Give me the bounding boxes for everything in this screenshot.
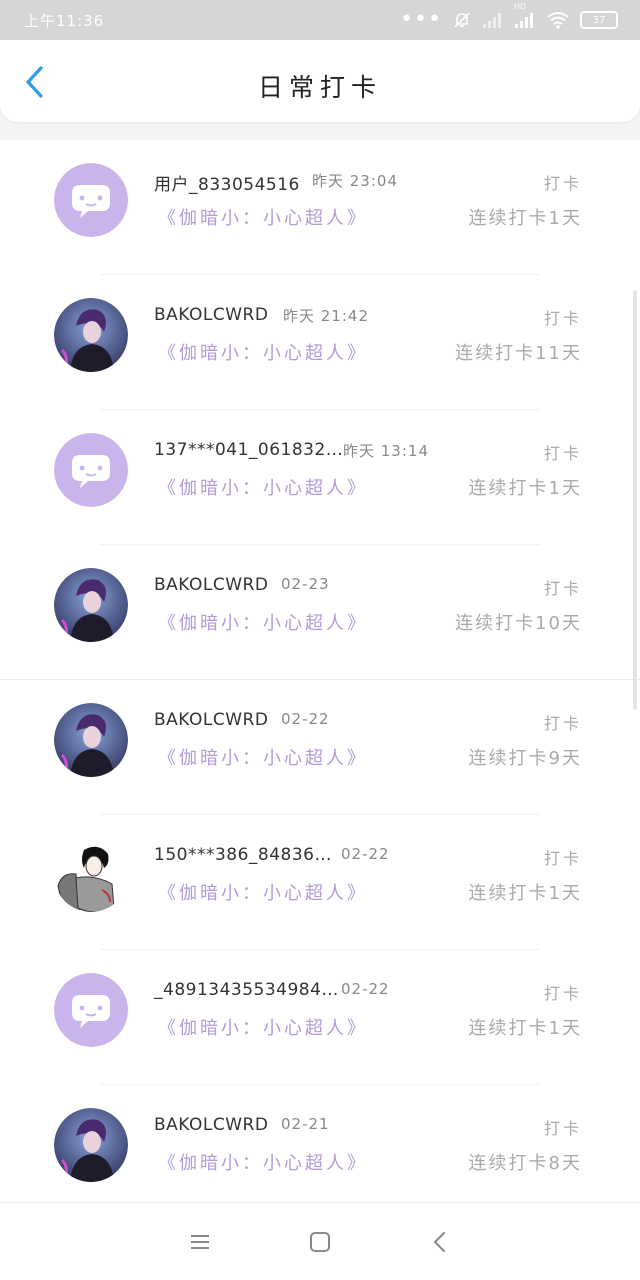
menu-icon <box>191 1234 209 1249</box>
book-title[interactable]: 《伽暗小：小心超人》 <box>158 744 368 770</box>
book-title[interactable]: 《伽暗小：小心超人》 <box>158 1014 368 1040</box>
checkin-list[interactable]: 用户_833054516 昨天 23:04 打卡 《伽暗小：小心超人》 连续打卡… <box>0 140 640 1202</box>
checkin-action: 打卡 <box>543 174 582 193</box>
username[interactable]: BAKOLCWRD <box>154 1115 268 1135</box>
anime-character-avatar[interactable] <box>54 298 128 372</box>
book-title[interactable]: 《伽暗小：小心超人》 <box>158 339 368 365</box>
streak-count: 连续打卡8天 <box>468 1153 582 1174</box>
list-item[interactable]: 用户_833054516 昨天 23:04 打卡 《伽暗小：小心超人》 连续打卡… <box>0 140 640 275</box>
system-nav-bar <box>0 1202 640 1280</box>
home-button[interactable] <box>300 1222 340 1262</box>
home-square-icon <box>310 1231 330 1252</box>
checkin-action: 打卡 <box>543 309 582 328</box>
checkin-action: 打卡 <box>543 984 582 1003</box>
streak-count: 连续打卡1天 <box>468 1018 582 1039</box>
checkin-time: 02-21 <box>281 1115 330 1133</box>
checkin-action: 打卡 <box>543 714 582 733</box>
header: 日常打卡 <box>0 40 640 122</box>
checkin-action: 打卡 <box>543 849 582 868</box>
mute-bell-icon <box>452 10 472 30</box>
list-item[interactable]: _48913435534984… 02-22 打卡 《伽暗小：小心超人》 连续打… <box>0 950 640 1085</box>
anime-character-avatar[interactable] <box>54 1108 128 1182</box>
signal-hd-icon: HD <box>514 2 536 29</box>
anime-character-avatar[interactable] <box>54 568 128 642</box>
default-chat-avatar[interactable] <box>54 433 128 507</box>
default-chat-avatar[interactable] <box>54 973 128 1047</box>
checkin-time: 02-22 <box>341 845 390 863</box>
signal-hd-label: HD <box>514 2 527 11</box>
book-title[interactable]: 《伽暗小：小心超人》 <box>158 204 368 230</box>
checkin-time: 昨天 23:04 <box>312 172 398 190</box>
list-item[interactable]: 150***386_84836… 02-22 打卡 《伽暗小：小心超人》 连续打… <box>0 815 640 950</box>
list-item[interactable]: BAKOLCWRD 02-21 打卡 《伽暗小：小心超人》 连续打卡8天 <box>0 1085 640 1202</box>
menu-button[interactable] <box>180 1222 220 1262</box>
list-item[interactable]: BAKOLCWRD 02-23 打卡 《伽暗小：小心超人》 连续打卡10天 <box>0 545 640 680</box>
checkin-action: 打卡 <box>543 444 582 463</box>
streak-count: 连续打卡1天 <box>468 208 582 229</box>
signal-icon <box>482 11 504 29</box>
anime-character-avatar[interactable] <box>54 703 128 777</box>
streak-count: 连续打卡1天 <box>468 478 582 499</box>
system-back-button[interactable] <box>420 1222 460 1262</box>
streak-count: 连续打卡10天 <box>455 613 582 634</box>
book-title[interactable]: 《伽暗小：小心超人》 <box>158 879 368 905</box>
status-icons: ••• HD 37 <box>400 2 618 32</box>
default-chat-avatar[interactable] <box>54 163 128 237</box>
username[interactable]: 用户_833054516 <box>154 170 300 195</box>
page-title: 日常打卡 <box>257 73 382 102</box>
sketch-person-avatar[interactable] <box>54 838 128 912</box>
scrollbar[interactable] <box>633 290 637 710</box>
book-title[interactable]: 《伽暗小：小心超人》 <box>158 609 368 635</box>
username[interactable]: 150***386_84836… <box>154 845 332 865</box>
checkin-action: 打卡 <box>543 579 582 598</box>
book-title[interactable]: 《伽暗小：小心超人》 <box>158 474 368 500</box>
checkin-time: 昨天 13:14 <box>343 442 429 460</box>
checkin-time: 昨天 21:42 <box>283 307 369 325</box>
checkin-time: 02-23 <box>281 575 330 593</box>
list-item[interactable]: BAKOLCWRD 昨天 21:42 打卡 《伽暗小：小心超人》 连续打卡11天 <box>0 275 640 410</box>
battery-icon: 37 <box>580 11 618 29</box>
username[interactable]: BAKOLCWRD <box>154 710 268 730</box>
streak-count: 连续打卡11天 <box>455 343 582 364</box>
status-bar: 上午11:36 ••• HD 37 <box>0 0 640 40</box>
username[interactable]: BAKOLCWRD <box>154 575 268 595</box>
username[interactable]: BAKOLCWRD <box>154 305 268 325</box>
status-time: 上午11:36 <box>24 11 105 30</box>
more-dots-icon: ••• <box>400 7 442 32</box>
list-item[interactable]: BAKOLCWRD 02-22 打卡 《伽暗小：小心超人》 连续打卡9天 <box>0 680 640 815</box>
back-triangle-icon <box>434 1231 445 1252</box>
username[interactable]: 137***041_061832… <box>154 440 343 460</box>
checkin-time: 02-22 <box>281 710 330 728</box>
list-item[interactable]: 137***041_061832… 昨天 13:14 打卡 《伽暗小：小心超人》… <box>0 410 640 545</box>
username[interactable]: _48913435534984… <box>154 980 339 1000</box>
book-title[interactable]: 《伽暗小：小心超人》 <box>158 1149 368 1175</box>
streak-count: 连续打卡9天 <box>468 748 582 769</box>
wifi-icon <box>546 11 570 29</box>
streak-count: 连续打卡1天 <box>468 883 582 904</box>
checkin-time: 02-22 <box>341 980 390 998</box>
checkin-action: 打卡 <box>543 1119 582 1138</box>
